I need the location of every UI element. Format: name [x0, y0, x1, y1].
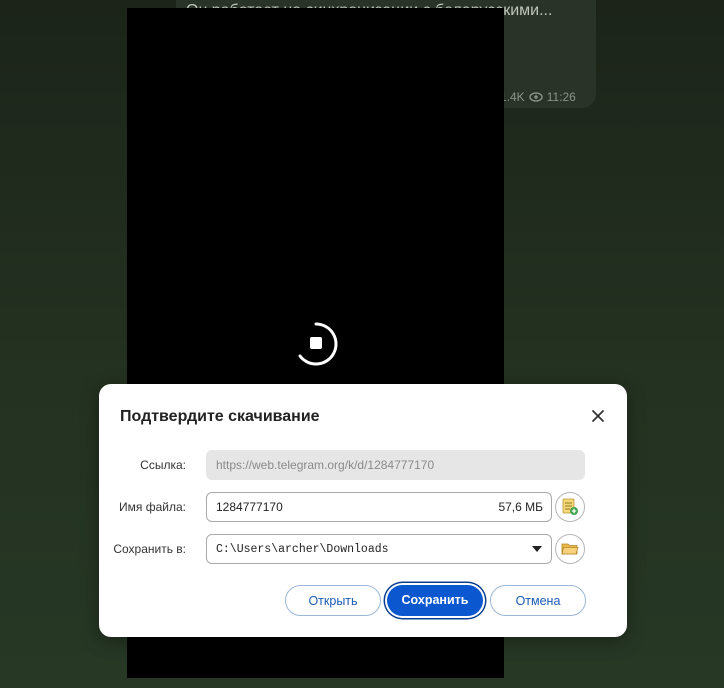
message-time: 11:26 [546, 90, 576, 104]
save-path-value: C:\Users\archer\Downloads [216, 543, 389, 556]
eye-icon [528, 92, 543, 102]
loading-stop-icon[interactable] [294, 322, 338, 366]
chat-message-meta: 1.4K 11:26 [500, 90, 592, 104]
notes-add-icon [562, 498, 578, 515]
download-confirm-dialog: Подтвердите скачивание Ссылка: https://w… [99, 384, 627, 637]
browse-folder-button[interactable] [555, 534, 585, 564]
link-field: https://web.telegram.org/k/d/1284777170 [206, 450, 585, 480]
filename-input[interactable]: 1284777170 57,6 МБ [206, 492, 552, 522]
folder-icon [561, 543, 579, 555]
save-path-select[interactable]: C:\Users\archer\Downloads [206, 534, 552, 564]
notes-add-button[interactable] [555, 492, 585, 522]
save-button[interactable]: Сохранить [387, 585, 483, 616]
cancel-button[interactable]: Отмена [490, 585, 586, 616]
open-button[interactable]: Открыть [285, 585, 381, 616]
filename-value: 1284777170 [216, 500, 283, 514]
link-label: Ссылка: [140, 458, 186, 472]
file-size: 57,6 МБ [498, 500, 543, 514]
chevron-down-icon [532, 546, 542, 552]
dialog-title: Подтвердите скачивание [120, 408, 320, 425]
save-to-label: Сохранить в: [113, 542, 186, 556]
filename-label: Имя файла: [119, 500, 186, 514]
close-icon[interactable] [588, 406, 608, 426]
